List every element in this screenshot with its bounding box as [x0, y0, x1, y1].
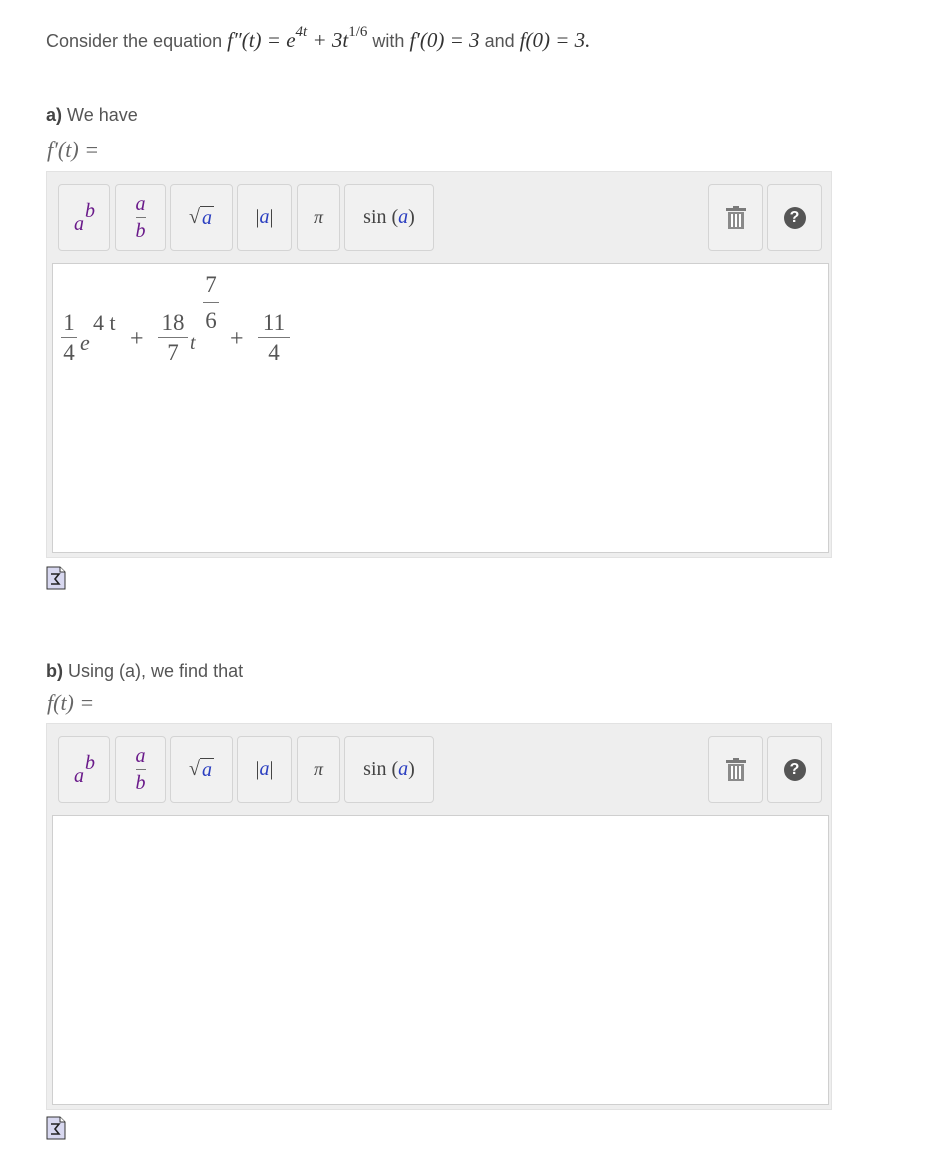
help-button[interactable]: ?	[767, 184, 822, 251]
equation-editor-icon[interactable]	[46, 566, 66, 590]
trash-icon	[725, 205, 746, 229]
plus-1: +	[130, 326, 144, 352]
part-b-math-editor: a b a b √ a | a | π sin (a) ?	[46, 723, 832, 1110]
help-icon: ?	[783, 206, 806, 229]
plus-2: +	[230, 326, 244, 352]
abs-button[interactable]: | a |	[237, 184, 292, 251]
equation-editor-icon[interactable]	[46, 1116, 66, 1140]
power-button[interactable]: a b	[58, 736, 110, 803]
with-text: with	[372, 31, 405, 51]
help-icon: ?	[783, 758, 806, 781]
sin-button[interactable]: sin (a)	[344, 184, 434, 251]
question-prefix: Consider the equation	[46, 31, 223, 51]
part-a-math-editor: a b a b √ a | a | π sin (a) ? 1 4 e 4 t …	[46, 171, 832, 558]
sin-button[interactable]: sin (a)	[344, 736, 434, 803]
fraction-button[interactable]: a b	[115, 736, 166, 803]
part-b-label: b) Using (a), we find that	[46, 661, 244, 681]
part-a-answer-area[interactable]: 1 4 e 4 t + 18 7 t 7 6 + 11 4	[52, 263, 829, 553]
power-button[interactable]: a b	[58, 184, 110, 251]
clear-button[interactable]	[708, 736, 763, 803]
abs-button[interactable]: | a |	[237, 736, 292, 803]
trash-icon	[725, 757, 746, 781]
part-b-answer-area[interactable]	[52, 815, 829, 1105]
term2-exponent: 7 6	[203, 273, 219, 332]
question-text: Consider the equation f″(t) = e4t + 3t1/…	[46, 24, 591, 53]
part-a-label: a) We have	[46, 105, 138, 125]
part-b-lhs: f(t) =	[47, 690, 95, 715]
condition-1: f′(0) = 3	[409, 28, 480, 52]
term1-base: e	[80, 330, 90, 355]
condition-2: f(0) = 3.	[519, 28, 591, 52]
term2-coefficient: 18 7	[158, 311, 188, 364]
clear-button[interactable]	[708, 184, 763, 251]
term1-exponent: 4 t	[93, 310, 116, 335]
term2-base: t	[190, 332, 196, 354]
pi-button[interactable]: π	[297, 736, 340, 803]
term1-coefficient: 1 4	[61, 311, 77, 364]
equation: f″(t) = e4t + 3t1/6	[227, 24, 368, 53]
sqrt-button[interactable]: √ a	[170, 736, 233, 803]
fraction-button[interactable]: a b	[115, 184, 166, 251]
help-button[interactable]: ?	[767, 736, 822, 803]
part-a-lhs: f′(t) =	[47, 137, 100, 162]
and-text: and	[484, 31, 515, 51]
pi-button[interactable]: π	[297, 184, 340, 251]
sqrt-button[interactable]: √ a	[170, 184, 233, 251]
term3-constant: 11 4	[258, 311, 290, 364]
